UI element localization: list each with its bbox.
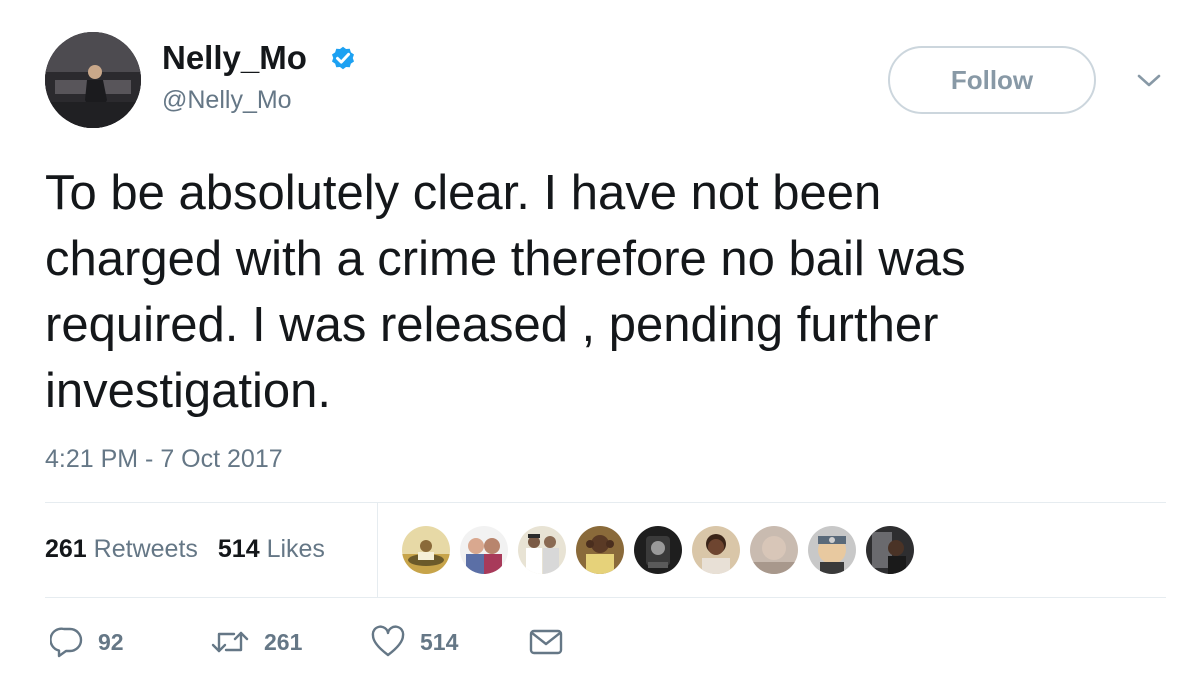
liker-avatar[interactable] <box>576 526 624 574</box>
direct-message-button[interactable] <box>528 622 564 662</box>
liker-avatar[interactable] <box>692 526 740 574</box>
retweet-icon <box>211 631 249 653</box>
user-handle[interactable]: @Nelly_Mo <box>162 84 292 116</box>
tweet-text: To be absolutely clear. I have not been … <box>45 166 966 418</box>
verified-badge-icon <box>332 46 354 70</box>
retweet-button[interactable]: 261 <box>210 622 302 662</box>
likes-stat[interactable]: 514 Likes <box>218 535 325 563</box>
tweet-stats: 261 Retweets 514 Likes <box>45 532 325 566</box>
retweets-count: 261 <box>45 535 87 563</box>
follow-button[interactable]: Follow <box>888 46 1096 114</box>
liker-avatar[interactable] <box>808 526 856 574</box>
reply-button[interactable]: 92 <box>50 622 124 662</box>
divider <box>377 503 378 597</box>
envelope-icon <box>529 629 563 655</box>
divider <box>45 502 1166 503</box>
likes-label: Likes <box>266 535 325 563</box>
heart-icon <box>371 625 405 657</box>
liker-avatar[interactable] <box>402 526 450 574</box>
like-button[interactable]: 514 <box>370 622 458 662</box>
reply-count: 92 <box>98 628 124 655</box>
liker-avatar[interactable] <box>866 526 914 574</box>
liker-avatars <box>402 526 924 574</box>
likes-count: 514 <box>217 535 260 563</box>
liker-avatar[interactable] <box>460 526 508 574</box>
retweets-label: Retweets <box>93 535 198 563</box>
display-name[interactable]: Nelly_Mo <box>162 38 307 78</box>
liker-avatar[interactable] <box>750 526 798 574</box>
retweets-stat[interactable]: 261 Retweets <box>45 535 198 563</box>
chevron-down-icon[interactable] <box>1136 68 1162 92</box>
avatar[interactable] <box>45 32 141 128</box>
liker-avatar[interactable] <box>634 526 682 574</box>
divider <box>45 597 1166 598</box>
retweet-count: 261 <box>264 628 303 655</box>
like-count: 514 <box>420 628 459 655</box>
reply-icon <box>50 627 83 658</box>
tweet-timestamp[interactable]: 4:21 PM - 7 Oct 2017 <box>45 442 283 476</box>
liker-avatar[interactable] <box>518 526 566 574</box>
